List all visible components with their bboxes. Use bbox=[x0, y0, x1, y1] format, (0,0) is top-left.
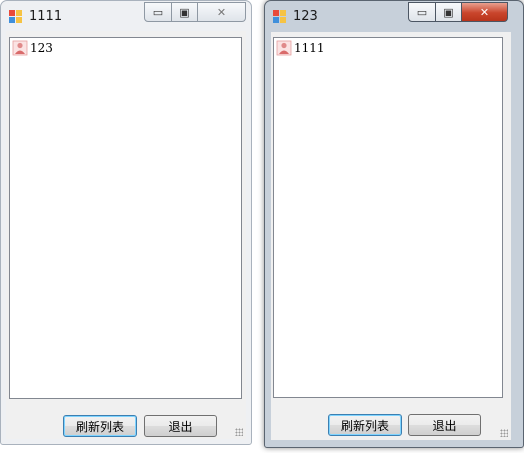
title-bar[interactable]: 123 ▭ ▣ ✕ bbox=[265, 1, 523, 31]
window-title: 123 bbox=[293, 9, 318, 24]
minimize-icon: ▭ bbox=[416, 5, 428, 19]
exit-button[interactable]: 退出 bbox=[144, 415, 217, 437]
windows-form-icon[interactable] bbox=[273, 10, 287, 24]
user-listbox[interactable]: 123 bbox=[9, 37, 242, 399]
close-button[interactable]: ✕ bbox=[462, 2, 508, 22]
maximize-button[interactable]: ▣ bbox=[172, 2, 198, 22]
user-icon bbox=[276, 40, 292, 56]
form-client-area: 1111 刷新列表 退出 bbox=[271, 32, 511, 440]
resize-grip[interactable] bbox=[500, 429, 508, 437]
user-icon bbox=[12, 40, 28, 56]
close-icon: ✕ bbox=[479, 5, 490, 19]
windows-form-icon[interactable] bbox=[9, 10, 23, 24]
close-button[interactable]: ✕ bbox=[198, 2, 246, 22]
minimize-button[interactable]: ▭ bbox=[144, 2, 172, 22]
form-client-area: 123 刷新列表 退出 bbox=[6, 31, 246, 439]
refresh-list-button[interactable]: 刷新列表 bbox=[328, 414, 402, 436]
maximize-button[interactable]: ▣ bbox=[436, 2, 462, 22]
refresh-list-button[interactable]: 刷新列表 bbox=[63, 415, 137, 437]
window-123[interactable]: 123 ▭ ▣ ✕ 1111 刷新列表 退出 bbox=[264, 0, 524, 448]
list-item-label: 123 bbox=[30, 41, 53, 55]
resize-grip[interactable] bbox=[235, 428, 243, 436]
title-bar[interactable]: 1111 ▭ ▣ ✕ bbox=[1, 1, 251, 31]
maximize-icon: ▣ bbox=[179, 5, 190, 19]
list-item[interactable]: 1111 bbox=[276, 40, 325, 56]
close-icon: ✕ bbox=[216, 5, 227, 19]
minimize-button[interactable]: ▭ bbox=[408, 2, 436, 22]
user-listbox[interactable]: 1111 bbox=[273, 37, 503, 398]
list-item[interactable]: 123 bbox=[12, 40, 53, 56]
minimize-icon: ▭ bbox=[152, 5, 164, 19]
window-1111[interactable]: 1111 ▭ ▣ ✕ 123 刷新列表 退出 bbox=[0, 0, 252, 445]
exit-button[interactable]: 退出 bbox=[408, 414, 481, 436]
window-controls: ▭ ▣ ✕ bbox=[144, 2, 246, 22]
list-item-label: 1111 bbox=[294, 41, 325, 55]
window-controls: ▭ ▣ ✕ bbox=[408, 2, 508, 22]
maximize-icon: ▣ bbox=[443, 5, 454, 19]
window-title: 1111 bbox=[29, 9, 63, 24]
